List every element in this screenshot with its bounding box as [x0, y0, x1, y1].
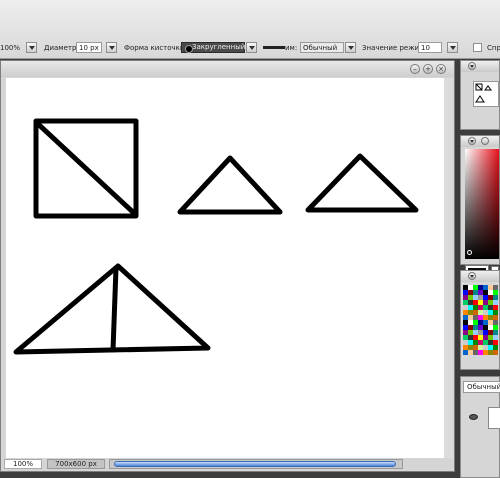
- drawing-canvas[interactable]: [6, 78, 444, 458]
- color-picker-marker[interactable]: [467, 250, 472, 255]
- swatch-grid[interactable]: [463, 285, 499, 365]
- zoom-value: 100%: [0, 44, 21, 52]
- minimize-icon[interactable]: –: [410, 64, 420, 74]
- drawing-layer: [13, 118, 419, 355]
- diameter-dropdown-button[interactable]: [106, 42, 117, 53]
- canvas-status-bar: 100% 700x600 px: [1, 458, 454, 471]
- color-panel: [460, 135, 500, 280]
- brush-shape-select[interactable]: Закругленный: [181, 42, 245, 53]
- brush-shape-dropdown-button[interactable]: [246, 42, 257, 53]
- diameter-input[interactable]: 10 px: [76, 42, 102, 53]
- mode-dropdown-button[interactable]: [345, 42, 356, 53]
- layer-thumbnail[interactable]: [488, 407, 500, 429]
- brush-shape-label: Форма кисточки:: [124, 44, 187, 52]
- restore-icon[interactable]: +: [423, 64, 433, 74]
- round-brush-icon: [185, 45, 193, 53]
- chevron-down-icon[interactable]: [468, 62, 476, 70]
- zoom-field[interactable]: 100%: [4, 459, 42, 469]
- close-icon[interactable]: ×: [436, 64, 446, 74]
- layer-blend-mode-select[interactable]: Обычный: [463, 381, 500, 393]
- brush-shape-value: Закругленный: [192, 43, 246, 51]
- navigator-panel-header[interactable]: [461, 61, 499, 72]
- mode-select[interactable]: Обычный: [300, 42, 344, 53]
- mode-value-input[interactable]: 10: [418, 42, 442, 53]
- zoom-dropdown-button[interactable]: [26, 42, 37, 53]
- horizontal-scrollbar[interactable]: [109, 459, 403, 469]
- horizontal-scroll-thumb[interactable]: [114, 461, 396, 467]
- drawn-triangle-small-1: [177, 155, 283, 215]
- canvas-window-titlebar[interactable]: – + ×: [1, 61, 454, 77]
- chevron-down-icon[interactable]: [468, 137, 476, 145]
- stroke-preview: [263, 46, 285, 49]
- color-panel-header[interactable]: [461, 136, 499, 147]
- color-picker-field[interactable]: [465, 149, 499, 259]
- navigator-panel: [460, 60, 500, 130]
- right-panels: Обычный: [458, 60, 500, 478]
- eye-icon[interactable]: [469, 414, 478, 420]
- swatches-panel: [460, 270, 500, 370]
- navigator-thumbnail[interactable]: [473, 81, 499, 107]
- swatches-panel-header[interactable]: [461, 271, 499, 282]
- color-mode-icon[interactable]: [481, 137, 489, 145]
- canvas-window: – + × 100% 700x600 px: [0, 60, 455, 472]
- mode-label: им:: [285, 44, 298, 52]
- option-checkbox[interactable]: [473, 43, 482, 52]
- mode-value-dropdown-button[interactable]: [447, 42, 458, 53]
- diameter-label: Диаметр:: [44, 44, 79, 52]
- tool-options-row: 100% Диаметр: 10 px Форма кисточки: Закр…: [0, 41, 500, 55]
- drawn-triangle-altitude: [110, 265, 119, 353]
- canvas-size-label: 700x600 px: [47, 459, 105, 469]
- color-swatch[interactable]: [493, 350, 498, 355]
- option-label: Спр: [487, 44, 500, 52]
- drawn-square-diagonal: [34, 120, 138, 217]
- chevron-down-icon[interactable]: [468, 272, 476, 280]
- vertical-scrollbar[interactable]: [444, 78, 453, 458]
- layers-panel: Обычный: [460, 376, 500, 478]
- options-toolbar: 100% Диаметр: 10 px Форма кисточки: Закр…: [0, 0, 500, 59]
- drawn-triangle-small-2: [305, 153, 419, 213]
